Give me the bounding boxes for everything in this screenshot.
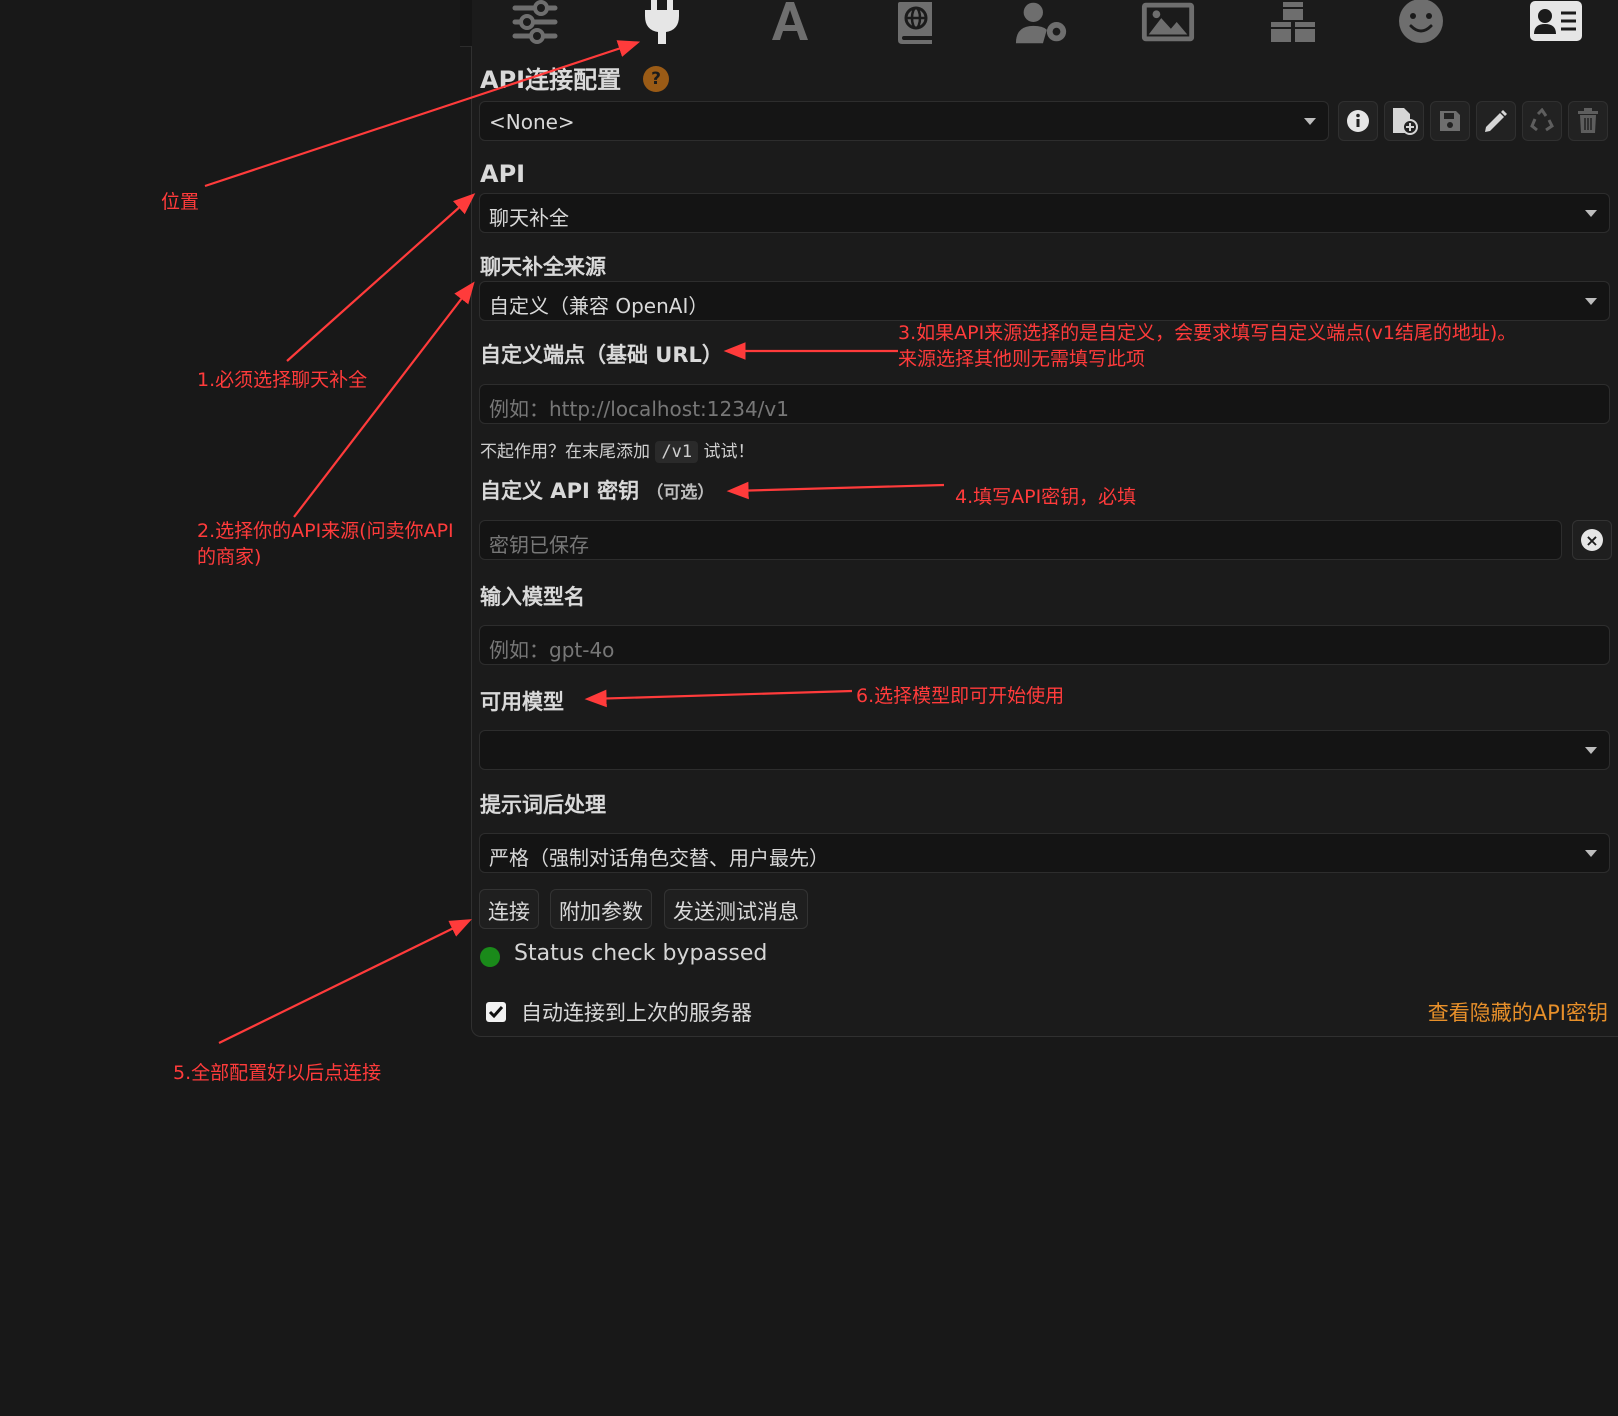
arrow-position xyxy=(204,40,641,188)
annotation-4: 4.填写API密钥，必填 xyxy=(955,486,1137,508)
annotation-3: 3.如果API来源选择的是自定义，会要求填写自定义端点(v1结尾的地址)。 来源… xyxy=(898,320,1516,372)
annotation-2: 2.选择你的API来源(问卖你API的商家) xyxy=(197,520,454,568)
arrow-2 xyxy=(293,281,475,518)
annotation-arrows xyxy=(204,40,945,1044)
arrow-5 xyxy=(218,919,472,1044)
annotation-3-line-1: 3.如果API来源选择的是自定义，会要求填写自定义端点(v1结尾的地址)。 xyxy=(898,322,1517,344)
annotation-6: 6.选择模型即可开始使用 xyxy=(856,685,1065,707)
annotation-5: 5.全部配置好以后点连接 xyxy=(173,1062,382,1084)
arrow-4 xyxy=(726,481,945,500)
arrow-6 xyxy=(584,689,853,708)
annotation-3-line-2: 来源选择其他则无需填写此项 xyxy=(898,348,1146,370)
annotation-1: 1.必须选择聊天补全 xyxy=(197,369,368,391)
annotation-position: 位置 xyxy=(161,191,200,213)
arrow-1 xyxy=(286,193,476,362)
